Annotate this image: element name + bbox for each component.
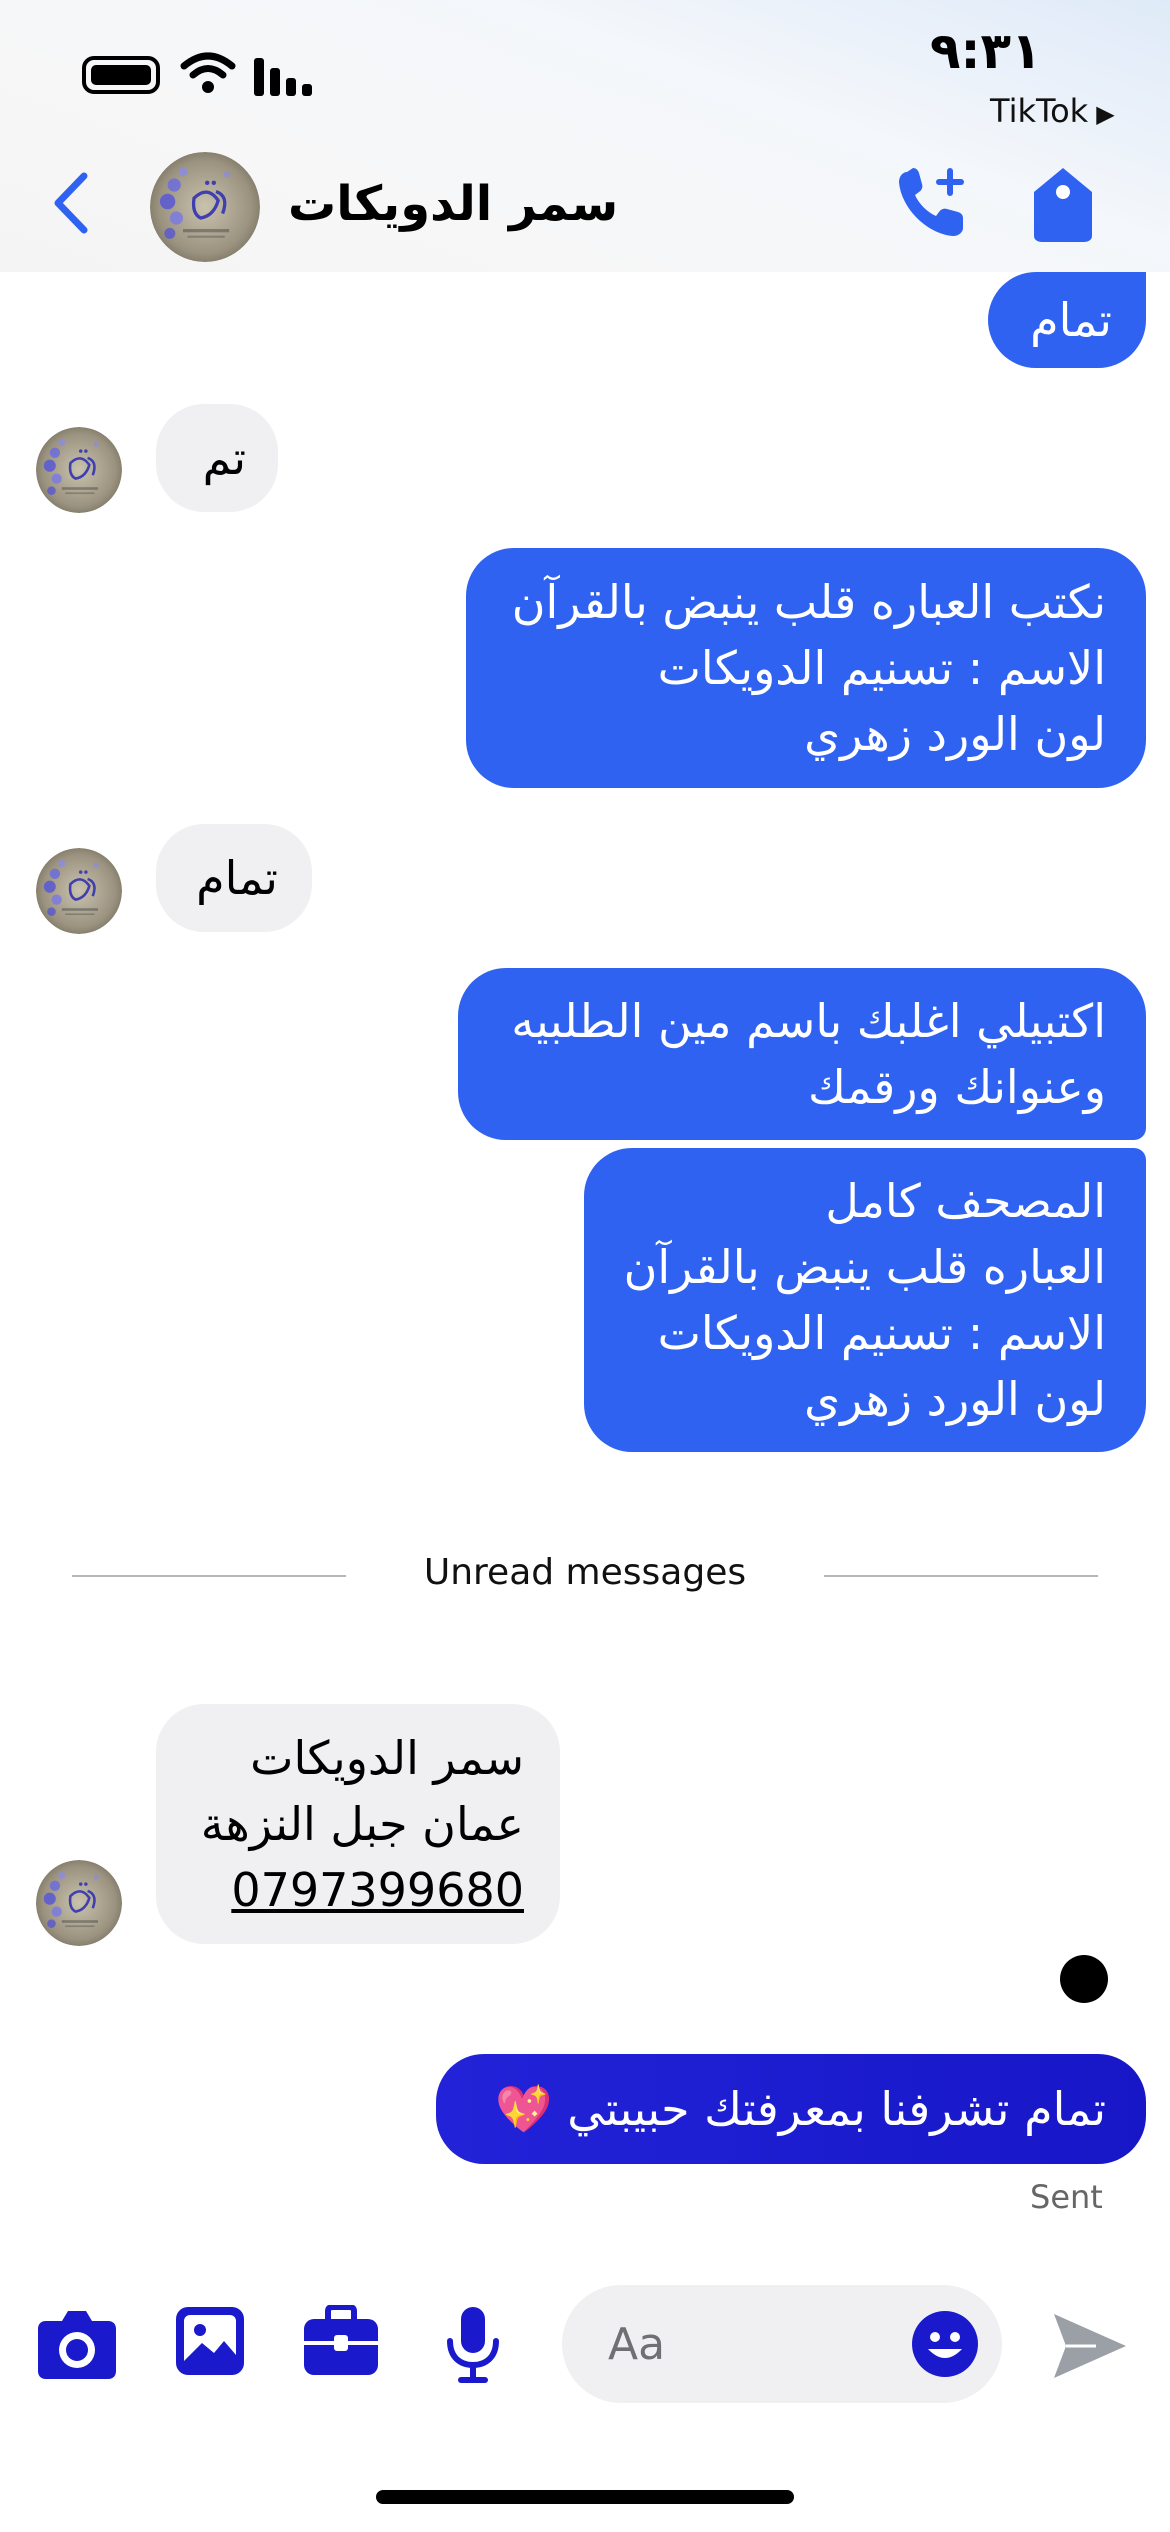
contact-name[interactable]: سمر الدويكات — [288, 176, 618, 232]
microphone-icon[interactable] — [444, 2305, 502, 2385]
contact-avatar[interactable] — [150, 152, 260, 262]
camera-icon[interactable] — [36, 2305, 118, 2381]
status-time: ٩:٣١ — [930, 22, 1042, 80]
message-text: وعنوانك ورقمك — [807, 1060, 1106, 1114]
back-app-arrow-icon: ▶ — [1096, 100, 1115, 128]
message-bubble-incoming[interactable]: تمام — [156, 824, 312, 932]
message-bubble-outgoing[interactable]: اكتبيلي اغلبك باسم مين الطلبيه وعنوانك و… — [458, 968, 1146, 1140]
home-indicator — [376, 2490, 794, 2504]
back-app-label: TikTok — [990, 92, 1089, 130]
divider-right — [824, 1575, 1098, 1577]
message-text: تمام — [196, 851, 278, 905]
message-text: تم — [202, 431, 246, 485]
message-input[interactable] — [606, 2313, 910, 2375]
battery-icon — [82, 56, 160, 94]
signal-icon — [254, 58, 312, 96]
sender-avatar[interactable] — [36, 427, 122, 513]
message-bubble-outgoing[interactable]: تمام — [988, 272, 1146, 368]
message-bubble-outgoing[interactable]: نكتب العباره قلب ينبض بالقرآن الاسم : تس… — [466, 548, 1146, 788]
emoji-icon[interactable] — [910, 2309, 980, 2379]
typing-indicator — [1060, 1955, 1108, 2003]
message-bubble-outgoing[interactable]: تمام تشرفنا بمعرفتك حبيبتي 💖 — [436, 2054, 1146, 2164]
unread-messages-divider: Unread messages — [423, 1552, 747, 1593]
message-text: تمام تشرفنا بمعرفتك حبيبتي 💖 — [495, 2082, 1106, 2136]
message-text: سمر الدويكات — [250, 1731, 524, 1785]
message-text: المصحف كامل — [825, 1174, 1106, 1228]
chevron-left-icon[interactable] — [48, 170, 92, 236]
sender-avatar[interactable] — [36, 1860, 122, 1946]
message-text: لون الورد زهري — [804, 1372, 1106, 1426]
phone-number-link[interactable]: 0797399680 — [192, 1857, 524, 1923]
send-icon[interactable] — [1052, 2312, 1128, 2380]
message-text: لون الورد زهري — [804, 707, 1106, 761]
message-text: الاسم : تسنيم الدويكات — [657, 1306, 1106, 1360]
message-text: عمان جبل النزهة — [200, 1797, 524, 1851]
chat-header: ٩:٣١ TikTok ▶ سمر الدويكات — [0, 0, 1170, 272]
message-bubble-incoming[interactable]: تم — [156, 404, 278, 512]
message-text: العباره قلب ينبض بالقرآن — [623, 1240, 1106, 1294]
sender-avatar[interactable] — [36, 848, 122, 934]
message-text: اكتبيلي اغلبك باسم مين الطلبيه — [511, 994, 1106, 1048]
back-to-app-link[interactable]: TikTok ▶ — [990, 92, 1115, 130]
sent-status: Sent — [1030, 2178, 1103, 2216]
tag-icon[interactable] — [1030, 166, 1096, 244]
briefcase-icon[interactable] — [302, 2305, 380, 2377]
wifi-icon — [180, 52, 236, 93]
phone-plus-icon[interactable] — [895, 164, 971, 240]
message-text: الاسم : تسنيم الدويكات — [657, 641, 1106, 695]
message-text: تمام — [1030, 293, 1112, 347]
message-bubble-incoming[interactable]: سمر الدويكات عمان جبل النزهة 0797399680 — [156, 1704, 560, 1944]
gallery-icon[interactable] — [174, 2305, 246, 2377]
message-composer — [562, 2285, 1002, 2403]
message-bubble-outgoing[interactable]: المصحف كامل العباره قلب ينبض بالقرآن الا… — [584, 1148, 1146, 1452]
message-text: نكتب العباره قلب ينبض بالقرآن — [511, 575, 1106, 629]
